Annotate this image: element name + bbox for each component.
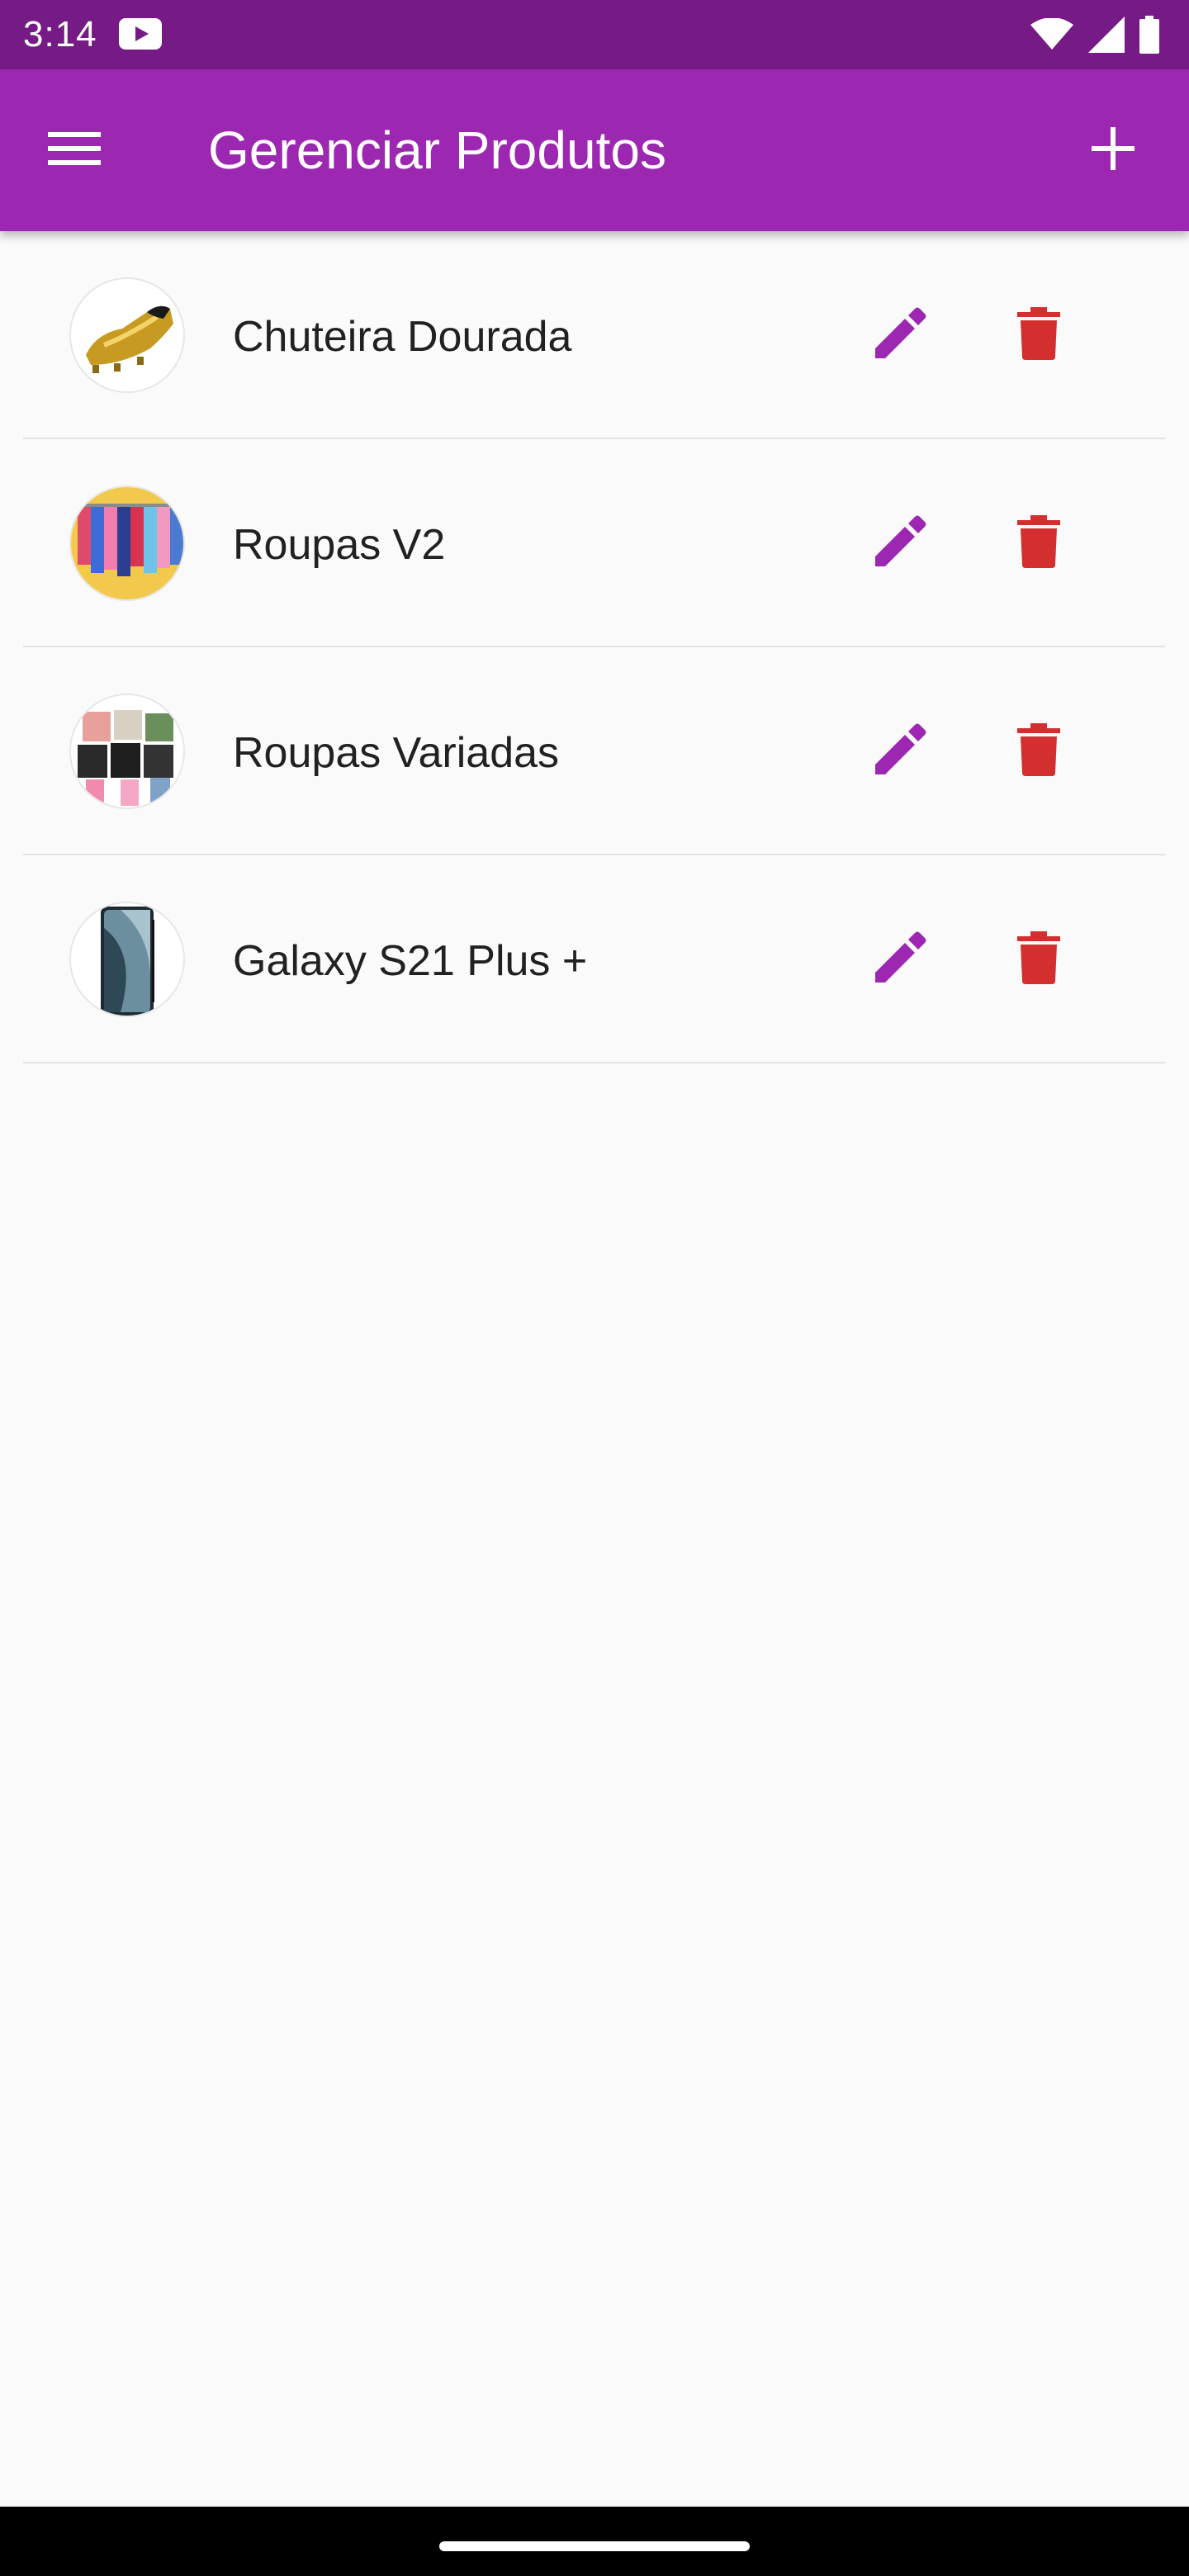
delete-button[interactable] [997,710,1080,793]
wifi-icon [1030,18,1073,51]
product-name: Roupas V2 [233,521,446,569]
trash-icon [1017,930,1060,988]
home-gesture-handle[interactable] [439,2541,750,2551]
trash-icon [1017,514,1060,572]
product-name: Roupas Variadas [233,729,560,777]
trash-icon [1017,722,1060,780]
product-row[interactable]: Galaxy S21 Plus + [0,855,1189,1063]
product-row[interactable]: Roupas V2 [0,439,1189,647]
signal-icon [1088,17,1125,53]
product-thumbnail [69,277,185,393]
add-product-button[interactable] [1070,107,1156,193]
edit-button[interactable] [859,294,941,376]
edit-button[interactable] [859,710,941,793]
product-thumbnail [69,485,185,601]
product-row[interactable]: Roupas Variadas [0,647,1189,855]
product-row[interactable]: Chuteira Dourada [0,231,1189,439]
hamburger-menu-icon [48,130,101,171]
delete-button[interactable] [997,294,1080,376]
pencil-icon [872,930,928,990]
product-thumbnail [69,902,185,1017]
edit-button[interactable] [859,502,941,585]
product-thumbnail [69,694,185,809]
plus-icon [1092,126,1135,174]
youtube-play-icon [119,18,162,50]
status-icons [1030,13,1159,56]
page-title: Gerenciar Produtos [208,121,666,180]
menu-button[interactable] [33,109,116,192]
pencil-icon [872,722,928,782]
status-bar: 3:14 [0,0,1189,69]
app-bar: Gerenciar Produtos [0,69,1189,231]
pencil-icon [872,514,928,574]
edit-button[interactable] [859,918,941,1001]
product-name: Chuteira Dourada [233,313,572,361]
delete-button[interactable] [997,502,1080,585]
status-time: 3:14 [23,14,97,54]
trash-icon [1017,306,1060,364]
delete-button[interactable] [997,918,1080,1001]
pencil-icon [872,305,928,366]
product-list: Chuteira Dourada Roupas V2 Roupas Variad… [0,231,1189,1063]
navigation-bar [0,2507,1189,2576]
battery-icon [1139,16,1159,54]
product-name: Galaxy S21 Plus + [233,937,588,985]
